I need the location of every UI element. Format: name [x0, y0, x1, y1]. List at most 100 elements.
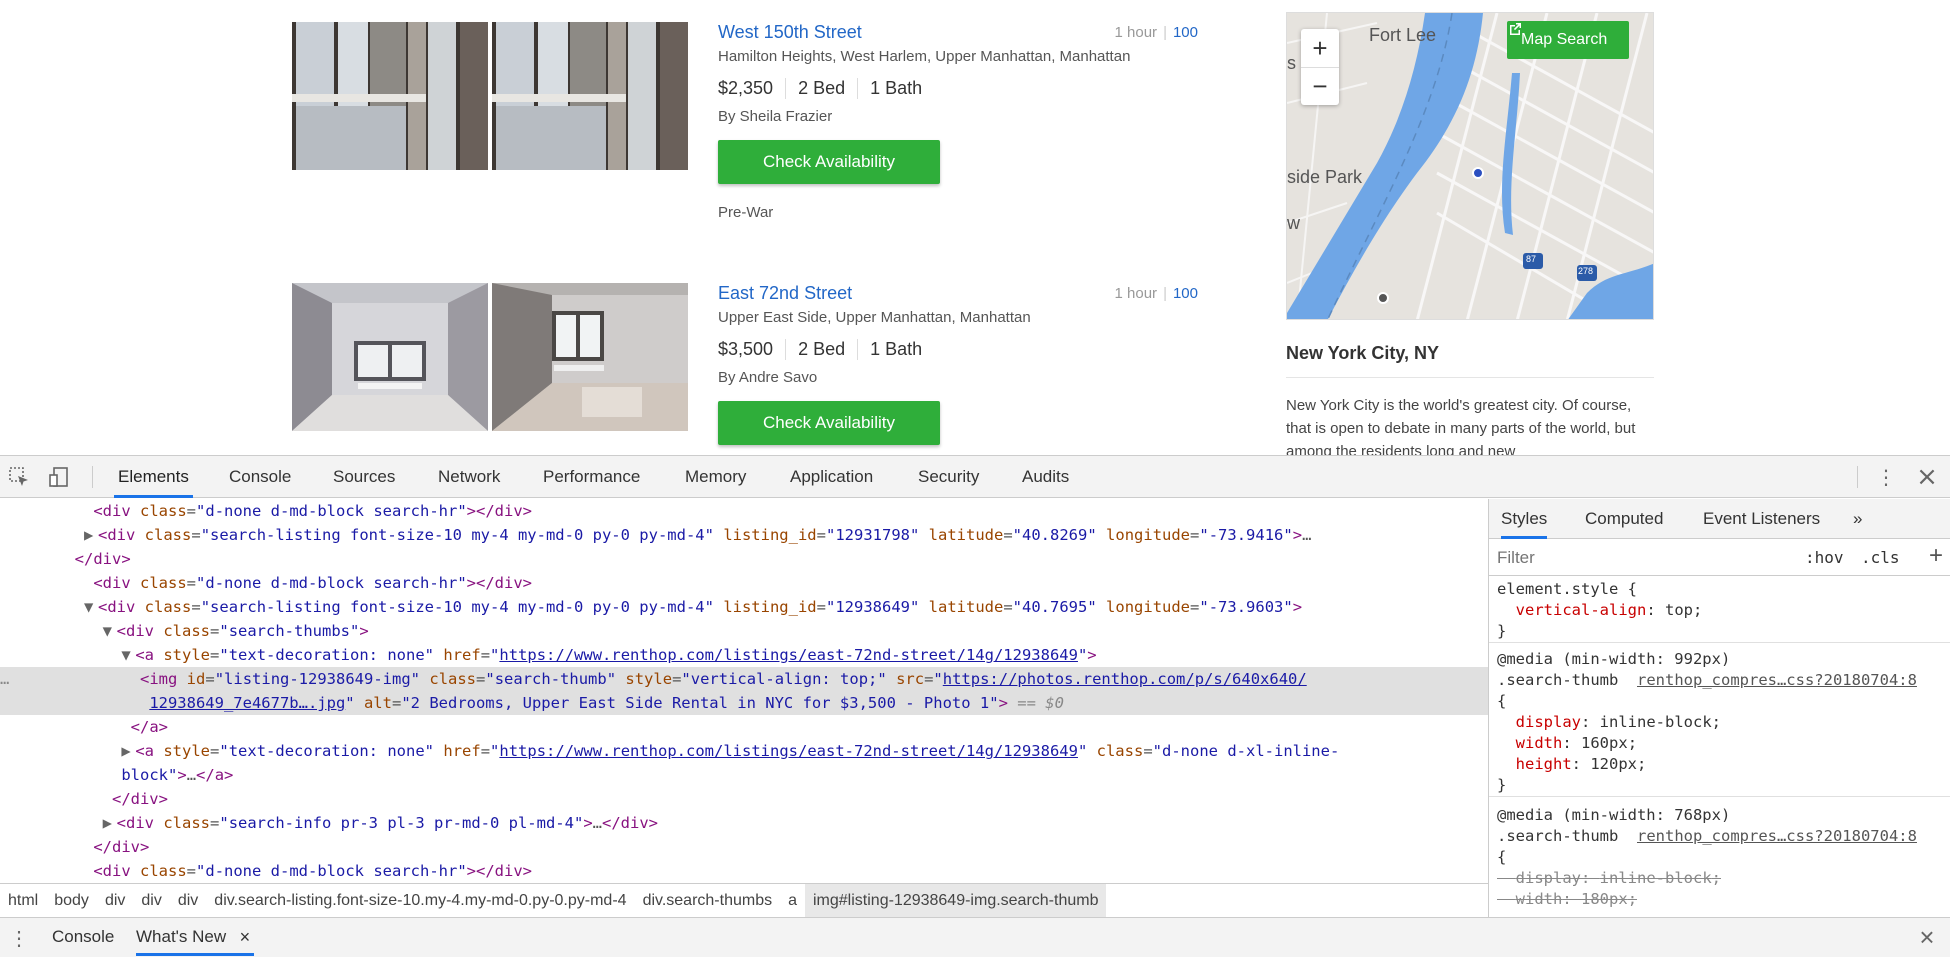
dom-node[interactable]: <div class="d-none d-md-block search-hr"…	[0, 571, 1488, 595]
listing-photo[interactable]	[492, 283, 688, 431]
breadcrumb-item-current[interactable]: img#listing-12938649-img.search-thumb	[805, 883, 1107, 918]
hover-state-toggle[interactable]: :hov	[1805, 548, 1844, 567]
listing-meta: 1 hour | 100	[1115, 24, 1198, 41]
listing-photo[interactable]	[292, 22, 488, 170]
dom-node[interactable]: </div>	[0, 547, 1488, 571]
map-label-park: side Park	[1287, 167, 1363, 187]
listing-photo[interactable]	[292, 283, 488, 431]
new-style-rule-icon[interactable]: +	[1929, 542, 1943, 570]
meta-divider: |	[1163, 24, 1167, 41]
search-listing: East 72nd Street 1 hour | 100 Upper East S…	[292, 283, 1198, 445]
drawer-tab-label: What's New	[136, 927, 227, 946]
breadcrumb-item[interactable]: div.search-thumbs	[635, 884, 781, 918]
map-label-s: s	[1287, 53, 1296, 73]
map-label-fort-lee: Fort Lee	[1369, 25, 1437, 45]
styles-pane: Styles Computed Event Listeners » :hov .…	[1488, 499, 1950, 917]
map-zoom-control: + −	[1301, 29, 1339, 105]
collapse-triangle-icon[interactable]: ▼	[84, 595, 98, 619]
dom-node-selected[interactable]: 12938649_7e4677b….jpg" alt="2 Bedrooms, …	[0, 691, 1488, 715]
inspect-element-icon[interactable]	[6, 464, 32, 490]
check-availability-button[interactable]: Check Availability	[718, 401, 940, 445]
breadcrumb-item[interactable]: body	[46, 884, 97, 918]
dom-node[interactable]: </a>	[0, 715, 1488, 739]
more-tabs-icon[interactable]: »	[1853, 499, 1862, 539]
listing-score[interactable]: 100	[1173, 285, 1198, 302]
listing-page: West 150th Street 1 hour | 100 Hamilton He…	[0, 0, 1950, 455]
dom-node-selected[interactable]: … <img id="listing-12938649-img" class="…	[0, 667, 1488, 691]
collapse-triangle-icon[interactable]: ▼	[121, 643, 135, 667]
tab-sources[interactable]: Sources	[329, 456, 399, 498]
listing-beds: 2 Bed	[785, 339, 857, 360]
listing-price: $2,350	[718, 78, 774, 98]
drawer-tab-whats-new[interactable]: What's New ×	[136, 918, 255, 956]
meta-divider: |	[1163, 285, 1167, 302]
tab-styles[interactable]: Styles	[1501, 499, 1548, 539]
dom-node[interactable]: ▼ <div class="search-thumbs">	[0, 619, 1488, 643]
dom-node[interactable]: ▼ <a style="text-decoration: none" href="…	[0, 643, 1488, 667]
tab-elements[interactable]: Elements	[114, 456, 193, 498]
expand-triangle-icon[interactable]: ▶	[103, 811, 117, 835]
search-map[interactable]: Fort Lee s side Park w 87 278 + − Map Se…	[1286, 12, 1654, 320]
city-title: New York City, NY	[1286, 343, 1440, 363]
more-options-icon[interactable]: ⋮	[1873, 464, 1899, 490]
highway-shield-278: 278	[1578, 266, 1594, 276]
listing-title-link[interactable]: East 72nd Street	[718, 283, 852, 304]
dom-node[interactable]: </div>	[0, 787, 1488, 811]
close-devtools-icon[interactable]: ×	[1914, 462, 1940, 492]
stylesheet-source-link[interactable]: renthop_compres…css?20180704:8	[1637, 827, 1917, 845]
listing-title-link[interactable]: West 150th Street	[718, 22, 862, 43]
expand-triangle-icon[interactable]: ▶	[84, 523, 98, 547]
dom-node[interactable]: ▶ <div class="search-listing font-size-10…	[0, 523, 1488, 547]
dom-node[interactable]: block">…</a>	[0, 763, 1488, 787]
style-rule[interactable]: element.style { vertical-align: top; }	[1489, 579, 1950, 643]
tab-application[interactable]: Application	[786, 456, 877, 498]
breadcrumb-item[interactable]: div	[97, 884, 133, 918]
toolbar-divider	[1857, 466, 1858, 488]
dom-node[interactable]: <div class="d-none d-md-block search-hr"…	[0, 859, 1488, 883]
tab-event-listeners[interactable]: Event Listeners	[1703, 499, 1820, 539]
tab-console[interactable]: Console	[225, 456, 295, 498]
tab-performance[interactable]: Performance	[539, 456, 644, 498]
dom-node[interactable]: <div class="d-none d-md-block search-hr"…	[0, 499, 1488, 523]
breadcrumb-item[interactable]: div	[133, 884, 169, 918]
tab-security[interactable]: Security	[914, 456, 983, 498]
map-search-label: Map Search	[1521, 31, 1608, 48]
listing-meta: 1 hour | 100	[1115, 285, 1198, 302]
tab-computed[interactable]: Computed	[1585, 499, 1663, 539]
dom-node[interactable]: ▶ <a style="text-decoration: none" href="…	[0, 739, 1488, 763]
breadcrumb-item[interactable]: a	[780, 884, 805, 918]
styles-filter-input[interactable]	[1497, 544, 1787, 572]
listing-facts: $3,500 2 Bed 1 Bath	[718, 339, 934, 360]
zoom-out-button[interactable]: −	[1301, 67, 1339, 105]
zoom-in-button[interactable]: +	[1301, 29, 1339, 67]
dom-node[interactable]: ▶ <div class="search-info pr-3 pl-3 pr-md…	[0, 811, 1488, 835]
close-tab-icon[interactable]: ×	[240, 918, 251, 956]
style-rule[interactable]: @media (min-width: 992px) .search-thumb …	[1489, 649, 1950, 797]
style-rule[interactable]: @media (min-width: 768px) .search-thumb …	[1489, 805, 1950, 910]
device-toolbar-icon[interactable]	[46, 464, 72, 490]
listing-baths: 1 Bath	[857, 339, 934, 360]
tab-network[interactable]: Network	[434, 456, 504, 498]
map-search-button[interactable]: Map Search	[1507, 21, 1630, 59]
listing-tag: Pre-War	[718, 204, 774, 221]
collapse-triangle-icon[interactable]: ▼	[103, 619, 117, 643]
tab-memory[interactable]: Memory	[681, 456, 750, 498]
breadcrumb-item[interactable]: div	[170, 884, 206, 918]
check-availability-button[interactable]: Check Availability	[718, 140, 940, 184]
class-toggle[interactable]: .cls	[1861, 548, 1900, 567]
drawer-menu-icon[interactable]: ⋮	[6, 925, 32, 951]
listing-photo[interactable]	[492, 22, 688, 170]
breadcrumb-item[interactable]: html	[0, 884, 46, 918]
close-drawer-icon[interactable]: ×	[1914, 922, 1940, 952]
dom-tree[interactable]: <div class="d-none d-md-block search-hr"…	[0, 499, 1488, 883]
expand-triangle-icon[interactable]: ▶	[121, 739, 135, 763]
tab-audits[interactable]: Audits	[1018, 456, 1073, 498]
stylesheet-source-link[interactable]: renthop_compres…css?20180704:8	[1637, 671, 1917, 689]
drawer-tab-console[interactable]: Console	[52, 918, 114, 956]
listing-facts: $2,350 2 Bed 1 Bath	[718, 78, 934, 99]
listing-score[interactable]: 100	[1173, 24, 1198, 41]
dom-node[interactable]: </div>	[0, 835, 1488, 859]
devtools-toolbar: Elements Console Sources Network Perform…	[0, 456, 1950, 498]
dom-node[interactable]: ▼ <div class="search-listing font-size-10…	[0, 595, 1488, 619]
breadcrumb-item[interactable]: div.search-listing.font-size-10.my-4.my-…	[206, 884, 634, 918]
